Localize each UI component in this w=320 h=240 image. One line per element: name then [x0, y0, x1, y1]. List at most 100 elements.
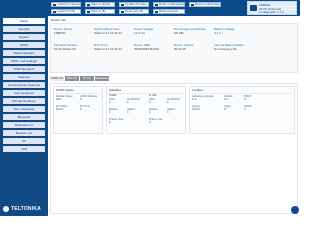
- location-field: HDOP 0: [244, 105, 262, 114]
- page-title: Device Info: [51, 18, 67, 22]
- button-label: Load from file: [57, 9, 76, 13]
- summary-field: Power Voltage 12.3 mV: [134, 27, 172, 38]
- sidebar-item-status[interactable]: Status: [3, 18, 45, 24]
- tab-content: GNSS Status Module Status OFF GNSS Packe…: [50, 83, 298, 214]
- file-save-icon: [87, 11, 90, 13]
- summary-field: Ext Storage (used/total) 0/0 MB: [174, 27, 212, 38]
- location-field: Latitude/Longitude 0, 0: [192, 95, 218, 104]
- summary-field: RTC Time 2020-11-17 15:44:34: [94, 43, 132, 54]
- records-icon: [121, 11, 124, 13]
- section-header: Visible: [109, 94, 117, 97]
- panel-title: Location: [192, 88, 204, 92]
- in-use-galileo: Galileo 0: [167, 108, 185, 117]
- in-use-glonass: GLONASS 0: [167, 98, 185, 107]
- location-field: Speed 0 km/h: [192, 105, 210, 114]
- in-use-total: Total in Use 0: [149, 118, 167, 127]
- reboot-device-button[interactable]: Reboot device: [153, 9, 185, 14]
- tab-gsm-info[interactable]: GSM Info: [65, 76, 79, 81]
- field-value: 0: [244, 108, 246, 112]
- summary-field: Device IMEI 352093081452251: [134, 43, 172, 54]
- save-to-file-button[interactable]: Save to file: [85, 9, 115, 14]
- sidebar-item-manual-geofence[interactable]: Manual Geofence: [3, 98, 45, 104]
- field-value: OFF: [56, 98, 62, 102]
- field-value: 0: [109, 101, 111, 105]
- sidebar-item-bluetooth[interactable]: Bluetooth: [3, 114, 45, 120]
- field-value: 0/0 MB: [174, 30, 184, 35]
- tab-bar: GNSS Info GSM Info I/O Info Maintenance: [50, 76, 298, 82]
- divider: [56, 93, 101, 94]
- tab-gnss-info[interactable]: GNSS Info: [50, 76, 64, 81]
- read-records-button[interactable]: Read records: [119, 9, 149, 14]
- summary-field: Internal Battery Status Not Charging 4%: [214, 43, 252, 54]
- firmware-icon: [121, 4, 124, 6]
- field-value: 0: [149, 121, 151, 125]
- sidebar-item-io[interactable]: I/O: [3, 138, 45, 144]
- sidebar-item-data-acquisition[interactable]: Data Acquisition: [3, 50, 45, 56]
- button-label: Load from device: [57, 2, 81, 6]
- visible-beidou: BeiDou 0: [109, 108, 127, 117]
- field-value: 2020-11-17 15:44:34: [94, 30, 122, 35]
- read-configuration-button[interactable]: Read configuration: [153, 2, 185, 7]
- button-label: Read configuration: [159, 2, 185, 6]
- button-label: Update firmware: [125, 2, 148, 6]
- tab-io-info[interactable]: I/O Info: [80, 76, 94, 81]
- field-value: 0: [80, 98, 82, 102]
- device-save-icon: [87, 4, 90, 6]
- load-from-device-button[interactable]: Load from device: [51, 2, 81, 7]
- sidebar-item-can[interactable]: CAN: [3, 146, 45, 152]
- summary-field: Device Name FMB640: [54, 27, 92, 38]
- sidebar-item-trip-odometer[interactable]: Trip \ Odometer: [3, 106, 45, 112]
- location-field: PDOP 0: [244, 95, 262, 104]
- field-value: No Fix: [56, 108, 64, 112]
- sidebar-item-beacon-list[interactable]: Beacon List: [3, 130, 45, 136]
- reboot-icon: [155, 11, 158, 13]
- field-value: Not Charging 4%: [214, 46, 237, 51]
- sidebar-item-auto-geofence[interactable]: Auto Geofence: [3, 90, 45, 96]
- visible-total: Total in View 0: [109, 118, 127, 127]
- sidebar-item-security[interactable]: Security: [3, 26, 45, 32]
- button-label: Save to file: [91, 9, 106, 13]
- sidebar-item-bluetooth-4[interactable]: Bluetooth 4.0: [3, 122, 45, 128]
- device-load-icon: [53, 4, 56, 6]
- device-plug-icon: [250, 5, 257, 11]
- tab-maintenance[interactable]: Maintenance: [95, 76, 110, 81]
- field-value: 0: [167, 111, 169, 115]
- device-info-box: FMB640 03.25.16.Rev.00 Configurator: 1.7…: [247, 1, 297, 15]
- sidebar-item-sms-call[interactable]: SMS \ Call Settings: [3, 58, 45, 64]
- sidebar-item-features[interactable]: Features: [3, 74, 45, 80]
- field-value: 2020-11-17 15:44:34: [94, 46, 122, 51]
- sidebar-item-accelerometer[interactable]: Accelerometer Features: [3, 82, 45, 88]
- visible-galileo: Galileo 0: [127, 108, 145, 117]
- in-use-beidou: BeiDou 0: [149, 108, 167, 117]
- location-panel: Location Latitude/Longitude 0, 0 Altitud…: [189, 86, 295, 134]
- logo-text: TELTONIKA: [11, 206, 41, 212]
- field-value: 0°: [224, 108, 227, 112]
- top-toolbar: Load from device Save to device Update f…: [0, 0, 300, 16]
- save-to-device-button[interactable]: Save to device: [85, 2, 115, 7]
- sidebar-item-gsm-operators[interactable]: GSM Operators: [3, 66, 45, 72]
- configurator-version: Configurator: 1.7.1: [259, 10, 284, 14]
- summary-field: Battery Voltage 4.1 V: [214, 27, 252, 38]
- field-value: 0 km/h: [192, 108, 200, 112]
- summary-field: Device Uptime 00:02:45: [174, 43, 212, 54]
- field-value: 03.25.16.Rev.00: [54, 46, 76, 51]
- sidebar-item-system[interactable]: System: [3, 34, 45, 40]
- file-load-icon: [53, 11, 56, 13]
- field-value: 0: [149, 111, 151, 115]
- device-summary: Device Name FMB640 Uptime (Boot) Time 20…: [50, 23, 298, 73]
- field-value: 0: [167, 101, 169, 105]
- reset-configuration-button[interactable]: Reset configuration: [189, 2, 221, 7]
- field-value: 0: [127, 101, 129, 105]
- sidebar-item-gprs[interactable]: GPRS: [3, 42, 45, 48]
- chat-bubble-icon[interactable]: [291, 206, 299, 214]
- visible-glonass: GLONASS 0: [127, 98, 145, 107]
- field-value: FMB640: [54, 30, 66, 35]
- satellites-panel: Satellites Visible In Use GPS 0 GLONASS …: [106, 86, 186, 134]
- gnss-field: Module Status OFF: [56, 95, 74, 104]
- load-from-file-button[interactable]: Load from file: [51, 9, 81, 14]
- reset-icon: [191, 4, 194, 6]
- button-label: Reboot device: [159, 9, 179, 13]
- update-firmware-button[interactable]: Update firmware: [119, 2, 149, 7]
- gnss-field: Fix Time 0: [80, 105, 98, 114]
- field-value: 0: [244, 98, 246, 102]
